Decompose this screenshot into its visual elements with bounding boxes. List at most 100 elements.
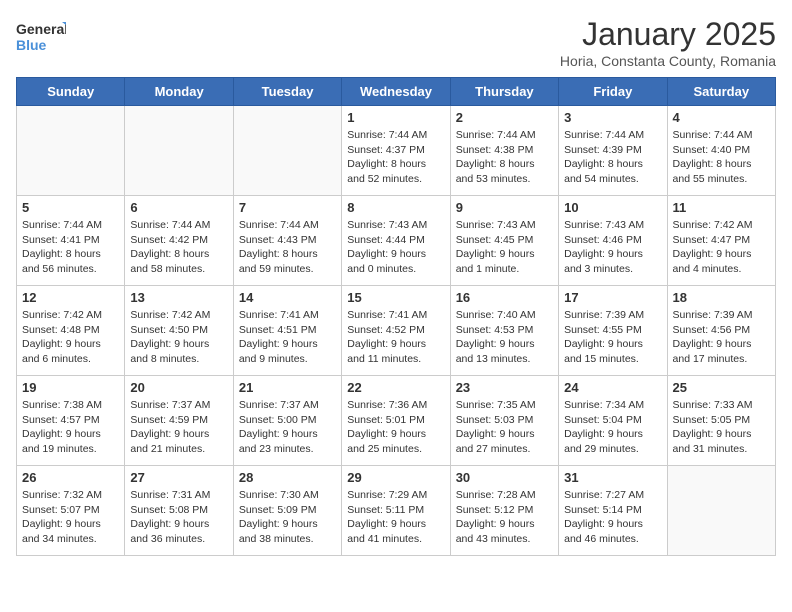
day-number: 23 [456,380,553,395]
day-number: 31 [564,470,661,485]
calendar-header-friday: Friday [559,78,667,106]
week-row-2: 5Sunrise: 7:44 AMSunset: 4:41 PMDaylight… [17,196,776,286]
week-row-3: 12 Sunrise: 7:42 AMSunset: 4:48 PMDayligh… [17,286,776,376]
day-cell-25: 25 Sunrise: 7:33 AMSunset: 5:05 PMDayligh… [667,376,775,466]
day-number: 26 [22,470,119,485]
day-info: Sunrise: 7:39 AMSunset: 4:56 PMDaylight:… [673,308,770,367]
day-cell-7: 7 Sunrise: 7:44 AMSunset: 4:43 PMDaylight… [233,196,341,286]
day-cell-8: 8 Sunrise: 7:43 AMSunset: 4:44 PMDaylight… [342,196,450,286]
day-cell-21: 21Sunrise: 7:37 AMSunset: 5:00 PMDayligh… [233,376,341,466]
day-number: 19 [22,380,119,395]
month-title: January 2025 [560,16,776,53]
calendar-header-monday: Monday [125,78,233,106]
day-info: Sunrise: 7:34 AMSunset: 5:04 PMDaylight:… [564,398,661,457]
day-info: Sunrise: 7:44 AMSunset: 4:43 PMDaylight:… [239,218,336,277]
week-row-5: 26 Sunrise: 7:32 AMSunset: 5:07 PMDayligh… [17,466,776,556]
day-info: Sunrise: 7:33 AMSunset: 5:05 PMDaylight:… [673,398,770,457]
day-info: Sunrise: 7:41 AMSunset: 4:51 PMDaylight:… [239,308,336,367]
day-number: 27 [130,470,227,485]
day-cell-29: 29 Sunrise: 7:29 AMSunset: 5:11 PMDayligh… [342,466,450,556]
empty-cell [17,106,125,196]
day-info: Sunrise: 7:43 AMSunset: 4:45 PMDaylight:… [456,218,553,277]
day-cell-9: 9 Sunrise: 7:43 AMSunset: 4:45 PMDaylight… [450,196,558,286]
day-cell-31: 31 Sunrise: 7:27 AMSunset: 5:14 PMDayligh… [559,466,667,556]
day-cell-5: 5Sunrise: 7:44 AMSunset: 4:41 PMDaylight… [17,196,125,286]
empty-cell [667,466,775,556]
day-number: 1 [347,110,444,125]
day-info: Sunrise: 7:30 AMSunset: 5:09 PMDaylight:… [239,488,336,547]
empty-cell [233,106,341,196]
day-number: 30 [456,470,553,485]
day-info: Sunrise: 7:44 AMSunset: 4:37 PMDaylight:… [347,128,444,187]
day-number: 2 [456,110,553,125]
day-number: 25 [673,380,770,395]
day-info: Sunrise: 7:43 AMSunset: 4:46 PMDaylight:… [564,218,661,277]
day-cell-14: 14 Sunrise: 7:41 AMSunset: 4:51 PMDayligh… [233,286,341,376]
day-cell-27: 27Sunrise: 7:31 AMSunset: 5:08 PMDayligh… [125,466,233,556]
day-info: Sunrise: 7:37 AMSunset: 4:59 PMDaylight:… [130,398,227,457]
calendar-header-row: SundayMondayTuesdayWednesdayThursdayFrid… [17,78,776,106]
day-number: 4 [673,110,770,125]
day-number: 14 [239,290,336,305]
week-row-4: 19 Sunrise: 7:38 AMSunset: 4:57 PMDayligh… [17,376,776,466]
day-cell-15: 15Sunrise: 7:41 AMSunset: 4:52 PMDayligh… [342,286,450,376]
day-info: Sunrise: 7:42 AMSunset: 4:50 PMDaylight:… [130,308,227,367]
day-cell-20: 20 Sunrise: 7:37 AMSunset: 4:59 PMDayligh… [125,376,233,466]
day-number: 13 [130,290,227,305]
day-info: Sunrise: 7:29 AMSunset: 5:11 PMDaylight:… [347,488,444,547]
day-cell-4: 4 Sunrise: 7:44 AMSunset: 4:40 PMDaylight… [667,106,775,196]
calendar-table: SundayMondayTuesdayWednesdayThursdayFrid… [16,77,776,556]
day-number: 22 [347,380,444,395]
calendar-header-wednesday: Wednesday [342,78,450,106]
day-cell-26: 26 Sunrise: 7:32 AMSunset: 5:07 PMDayligh… [17,466,125,556]
day-info: Sunrise: 7:40 AMSunset: 4:53 PMDaylight:… [456,308,553,367]
day-number: 9 [456,200,553,215]
location: Horia, Constanta County, Romania [560,53,776,69]
day-cell-24: 24 Sunrise: 7:34 AMSunset: 5:04 PMDayligh… [559,376,667,466]
day-info: Sunrise: 7:42 AMSunset: 4:48 PMDaylight:… [22,308,119,367]
title-block: January 2025 Horia, Constanta County, Ro… [560,16,776,69]
day-info: Sunrise: 7:39 AMSunset: 4:55 PMDaylight:… [564,308,661,367]
logo-svg: General Blue [16,16,66,60]
day-cell-2: 2 Sunrise: 7:44 AMSunset: 4:38 PMDaylight… [450,106,558,196]
day-cell-13: 13 Sunrise: 7:42 AMSunset: 4:50 PMDayligh… [125,286,233,376]
day-number: 5 [22,200,119,215]
svg-text:General: General [16,21,66,37]
day-info: Sunrise: 7:44 AMSunset: 4:39 PMDaylight:… [564,128,661,187]
day-number: 7 [239,200,336,215]
page-header: General Blue January 2025 Horia, Constan… [16,16,776,69]
day-info: Sunrise: 7:27 AMSunset: 5:14 PMDaylight:… [564,488,661,547]
day-info: Sunrise: 7:43 AMSunset: 4:44 PMDaylight:… [347,218,444,277]
day-cell-3: 3 Sunrise: 7:44 AMSunset: 4:39 PMDaylight… [559,106,667,196]
day-info: Sunrise: 7:44 AMSunset: 4:38 PMDaylight:… [456,128,553,187]
day-number: 28 [239,470,336,485]
day-cell-30: 30Sunrise: 7:28 AMSunset: 5:12 PMDayligh… [450,466,558,556]
day-number: 16 [456,290,553,305]
calendar-header-tuesday: Tuesday [233,78,341,106]
day-info: Sunrise: 7:32 AMSunset: 5:07 PMDaylight:… [22,488,119,547]
day-number: 6 [130,200,227,215]
day-number: 3 [564,110,661,125]
day-number: 24 [564,380,661,395]
day-number: 21 [239,380,336,395]
day-number: 12 [22,290,119,305]
day-number: 15 [347,290,444,305]
day-info: Sunrise: 7:44 AMSunset: 4:40 PMDaylight:… [673,128,770,187]
day-info: Sunrise: 7:42 AMSunset: 4:47 PMDaylight:… [673,218,770,277]
day-cell-10: 10 Sunrise: 7:43 AMSunset: 4:46 PMDayligh… [559,196,667,286]
day-cell-16: 16 Sunrise: 7:40 AMSunset: 4:53 PMDayligh… [450,286,558,376]
day-info: Sunrise: 7:38 AMSunset: 4:57 PMDaylight:… [22,398,119,457]
day-cell-12: 12 Sunrise: 7:42 AMSunset: 4:48 PMDayligh… [17,286,125,376]
day-number: 10 [564,200,661,215]
calendar-header-thursday: Thursday [450,78,558,106]
day-cell-11: 11Sunrise: 7:42 AMSunset: 4:47 PMDayligh… [667,196,775,286]
svg-text:Blue: Blue [16,37,47,53]
day-info: Sunrise: 7:35 AMSunset: 5:03 PMDaylight:… [456,398,553,457]
day-cell-1: 1 Sunrise: 7:44 AMSunset: 4:37 PMDaylight… [342,106,450,196]
day-cell-17: 17Sunrise: 7:39 AMSunset: 4:55 PMDayligh… [559,286,667,376]
calendar-header-sunday: Sunday [17,78,125,106]
day-info: Sunrise: 7:44 AMSunset: 4:42 PMDaylight:… [130,218,227,277]
day-number: 20 [130,380,227,395]
day-number: 8 [347,200,444,215]
day-number: 29 [347,470,444,485]
